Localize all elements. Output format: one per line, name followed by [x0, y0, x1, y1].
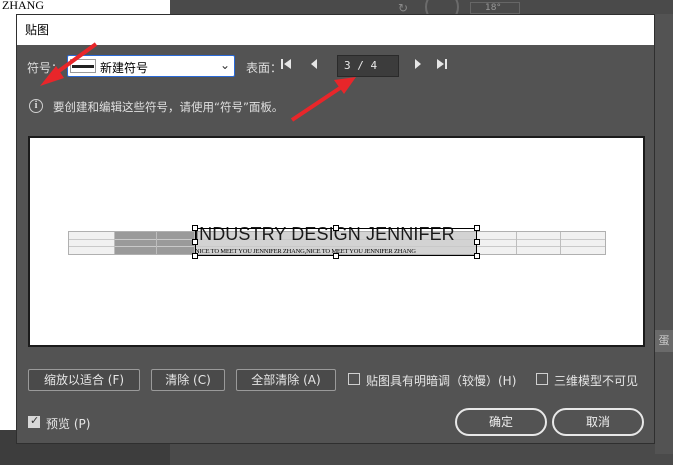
shade-artwork-label: 贴图具有明暗调（较慢）(H) — [366, 374, 517, 388]
clear-button[interactable]: 清除 (C) — [151, 369, 225, 391]
preview-checkbox[interactable] — [28, 414, 40, 428]
symbol-dropdown[interactable]: 新建符号 ⌄ — [67, 55, 235, 77]
resize-handle[interactable] — [333, 253, 339, 259]
first-page-icon[interactable] — [279, 58, 293, 74]
next-page-icon[interactable] — [411, 58, 425, 74]
cancel-button[interactable]: 取消 — [552, 408, 644, 436]
strip-cell — [517, 232, 561, 254]
background-side-label: 蛋 — [655, 330, 673, 352]
artwork-selection-box[interactable] — [192, 225, 480, 259]
dialog-title: 贴图 — [17, 15, 654, 45]
strip-cell — [477, 232, 517, 254]
resize-handle[interactable] — [192, 253, 198, 259]
surface-page-field[interactable]: 3 / 4 — [337, 55, 399, 77]
invisible-geometry-checkbox[interactable] — [536, 373, 548, 385]
ok-button[interactable]: 确定 — [455, 408, 547, 436]
map-preview-area[interactable]: INDUSTRY DESIGN JENNIFER NICE TO MEET YO… — [28, 136, 645, 347]
scale-to-fit-button[interactable]: 缩放以适合 (F) — [28, 369, 140, 391]
resize-handle[interactable] — [474, 225, 480, 231]
strip-cell — [115, 232, 157, 254]
symbol-selected-value: 新建符号 — [100, 61, 149, 75]
resize-handle[interactable] — [333, 225, 339, 231]
symbol-surface-row: 符号： 新建符号 ⌄ 表面： 3 / 4 — [27, 55, 647, 79]
resize-handle[interactable] — [474, 253, 480, 259]
last-page-icon[interactable] — [435, 58, 449, 74]
info-text: 要创建和编辑这些符号，请使用“符号”面板。 — [53, 100, 284, 114]
document-text: ZHANG — [2, 0, 44, 12]
clear-all-button[interactable]: 全部清除 (A) — [236, 369, 336, 391]
background-side-strip — [655, 14, 673, 454]
resize-handle[interactable] — [474, 239, 480, 245]
strip-cell — [157, 232, 195, 254]
chevron-down-icon: ⌄ — [219, 58, 230, 72]
angle-field: 18° — [470, 2, 520, 14]
strip-cell — [69, 232, 115, 254]
symbol-thumbnail — [70, 59, 96, 73]
resize-handle[interactable] — [192, 239, 198, 245]
preview-label: 预览 (P) — [46, 417, 91, 431]
info-icon: i — [29, 99, 43, 113]
prev-page-icon[interactable] — [307, 58, 321, 74]
reset-icon: ↻ — [398, 1, 409, 15]
invisible-geometry-label: 三维模型不可见 — [554, 374, 639, 388]
resize-handle[interactable] — [192, 225, 198, 231]
shade-artwork-checkbox[interactable] — [348, 373, 360, 385]
map-art-dialog: 贴图 符号： 新建符号 ⌄ 表面： 3 / 4 i 要创建和编辑这些符号，请使用… — [16, 14, 655, 444]
symbol-label: 符号： — [27, 61, 64, 75]
surface-label: 表面： — [246, 61, 283, 75]
